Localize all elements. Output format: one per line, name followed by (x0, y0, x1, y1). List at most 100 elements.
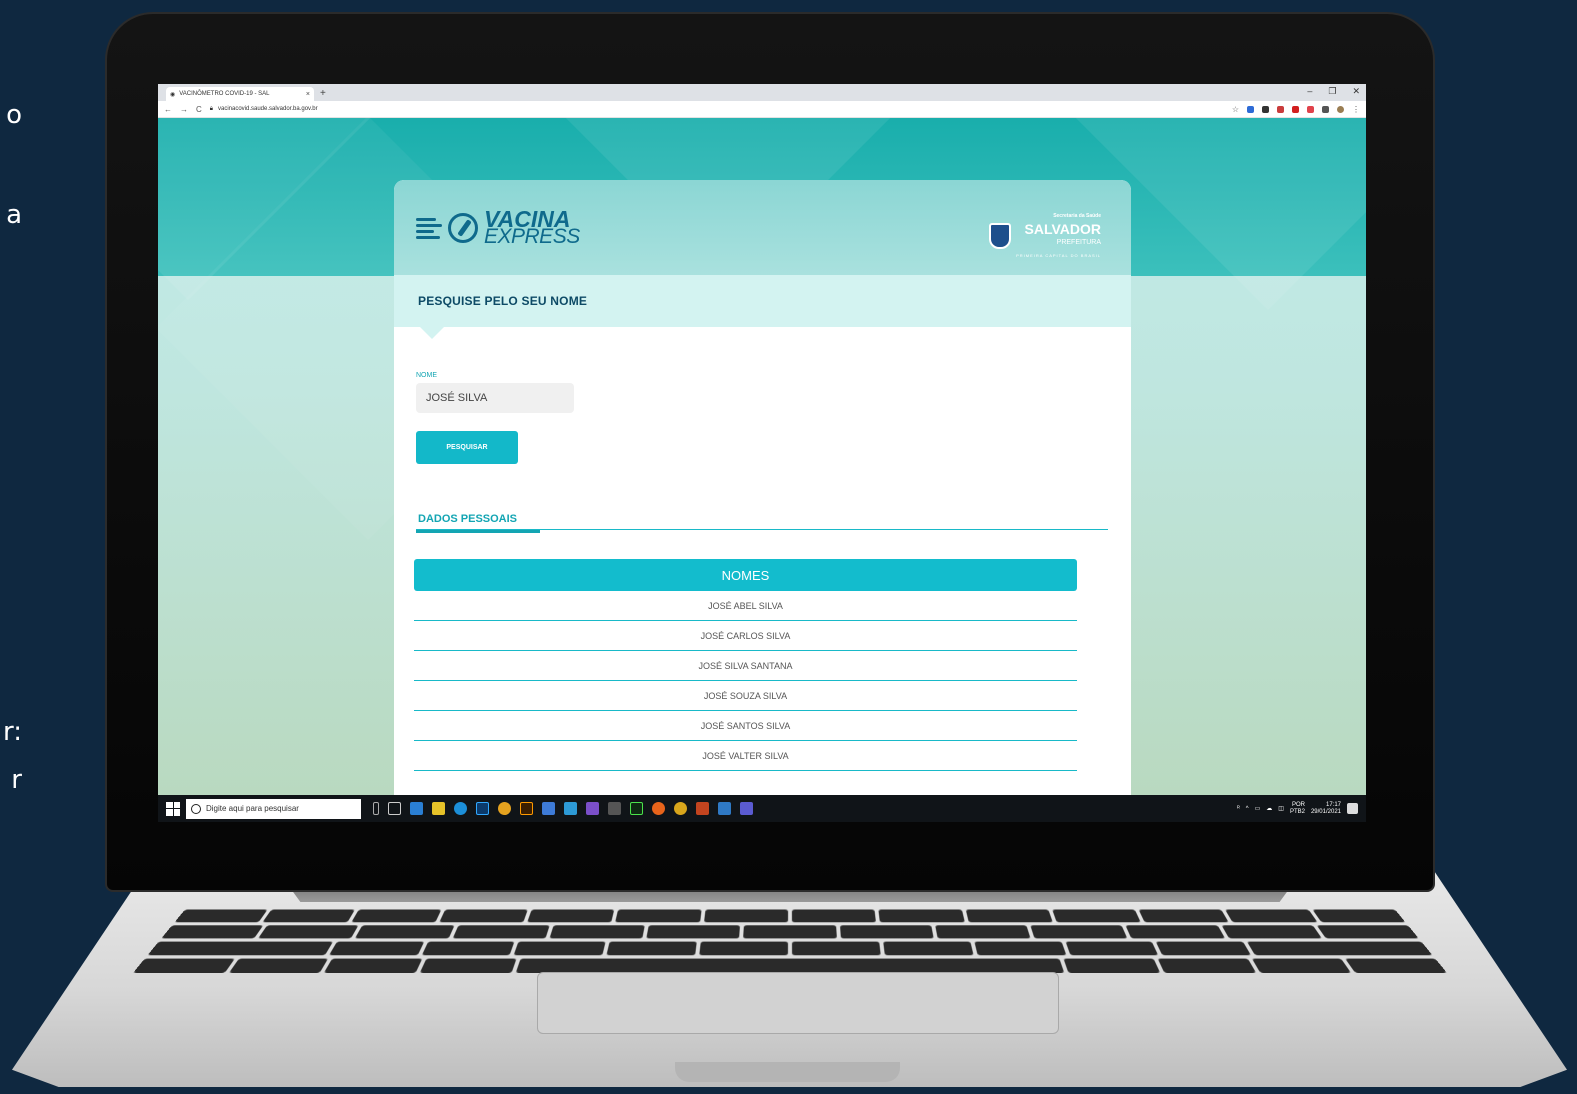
address-bar: ← → C 🔒︎ vacinacovid.saude.salvador.ba.g… (158, 101, 1366, 118)
table-row[interactable]: JOSÉ VALTER SILVA (414, 741, 1077, 771)
cloud-icon[interactable]: ☁ (1266, 805, 1272, 812)
app-icon[interactable] (740, 802, 753, 815)
volume-icon[interactable]: ◫ (1278, 805, 1284, 812)
reload-icon[interactable]: C (196, 105, 202, 114)
language-indicator[interactable]: POR PTB2 (1290, 802, 1305, 816)
extension-icon[interactable] (1292, 105, 1299, 113)
gov-tagline: PRIMEIRA CAPITAL DO BRASIL (1016, 253, 1101, 258)
syringe-icon (448, 213, 478, 243)
url-text: vacinacovid.saude.salvador.ba.gov.br (217, 106, 318, 112)
search-form: NOME JOSÉ SILVA PESQUISAR (416, 372, 574, 464)
browser-tab-bar: ◉ VACINÔMETRO COVID-19 - SAL × + – ❐ ✕ (158, 84, 1366, 101)
taskbar-search[interactable]: Digite aqui para pesquisar (186, 798, 361, 819)
web-page: VACINA EXPRESS Secretaria da Saúde SALVA… (158, 118, 1366, 795)
taskbar-search-placeholder: Digite aqui para pesquisar (206, 804, 299, 813)
table-header: NOMES (414, 559, 1077, 591)
names-table: NOMES JOSÉ ABEL SILVA JOSÉ CARLOS SILVA … (414, 559, 1077, 771)
gov-prefeitura: PREFEITURA (1056, 239, 1101, 246)
gov-name: SALVADOR (1024, 221, 1101, 237)
chrome-icon[interactable] (498, 802, 511, 815)
table-row[interactable]: JOSÉ SANTOS SILVA (414, 711, 1077, 741)
app-icon[interactable] (564, 802, 577, 815)
clock-time: 17:17 (1325, 801, 1341, 808)
name-label: NOME (416, 372, 437, 379)
minimize-icon[interactable]: – (1307, 86, 1312, 97)
new-tab-button[interactable]: + (320, 87, 326, 101)
pointer-arrow (420, 327, 444, 339)
clipped-text-fragment: r: (3, 717, 22, 747)
globe-icon: ◉ (170, 91, 176, 98)
chevron-up-icon[interactable]: ^ (1246, 806, 1249, 812)
tab-dados-pessoais[interactable]: DADOS PESSOAIS (416, 513, 540, 533)
table-row[interactable]: JOSÉ SOUZA SILVA (414, 681, 1077, 711)
table-row[interactable]: JOSÉ CARLOS SILVA (414, 621, 1077, 651)
crest-icon (989, 223, 1012, 249)
people-icon[interactable]: ᴿ (1237, 806, 1240, 812)
puzzle-icon[interactable] (1322, 105, 1329, 113)
extension-icon[interactable] (1262, 105, 1269, 113)
clock-date: 29/01/2021 (1310, 808, 1341, 815)
vacina-express-logo: VACINA EXPRESS (416, 208, 580, 248)
search-button[interactable]: PESQUISAR (416, 431, 518, 464)
sticky-notes-icon[interactable] (432, 802, 445, 815)
firefox-icon[interactable] (652, 802, 665, 815)
section-strip: PESQUISE PELO SEU NOME (394, 275, 1131, 339)
forward-icon[interactable]: → (180, 105, 188, 114)
extension-icons: ☆ ⋮ (1232, 105, 1360, 114)
tab-title: VACINÔMETRO COVID-19 - SAL (179, 91, 270, 97)
table-row[interactable]: JOSÉ SILVA SANTANA (414, 651, 1077, 681)
section-title: PESQUISE PELO SEU NOME (418, 294, 588, 308)
powerpoint-icon[interactable] (696, 802, 709, 815)
extension-icon[interactable] (1307, 105, 1314, 113)
window-controls: – ❐ ✕ (1307, 86, 1360, 97)
browser-tab[interactable]: ◉ VACINÔMETRO COVID-19 - SAL × (166, 87, 314, 101)
restore-icon[interactable]: ❐ (1328, 86, 1336, 97)
notification-icon[interactable] (1347, 803, 1358, 814)
back-icon[interactable]: ← (164, 105, 172, 114)
menu-icon[interactable]: ⋮ (1352, 105, 1360, 114)
tabs: DADOS PESSOAIS (416, 508, 1108, 533)
table-row[interactable]: JOSÉ ABEL SILVA (414, 591, 1077, 621)
photos-icon[interactable] (718, 802, 731, 815)
star-icon[interactable]: ☆ (1232, 105, 1239, 114)
avatar[interactable] (1337, 105, 1344, 113)
lang-layout: PTB2 (1289, 808, 1305, 815)
windows-start-icon[interactable] (166, 801, 180, 816)
windows-taskbar: Digite aqui para pesquisar ᴿ ^ ▭ ☁ ◫ POR… (158, 795, 1366, 822)
cortana-icon (191, 803, 201, 814)
clipped-text-fragment: r (11, 765, 22, 795)
extension-icon[interactable] (1277, 105, 1284, 113)
speed-lines-icon (416, 217, 442, 239)
file-explorer-icon[interactable] (410, 802, 423, 815)
name-input[interactable]: JOSÉ SILVA (416, 383, 574, 413)
url-field[interactable]: 🔒︎ vacinacovid.saude.salvador.ba.gov.br (210, 106, 318, 113)
trackpad (537, 972, 1059, 1034)
taskbar-apps (373, 802, 753, 815)
lock-icon: 🔒︎ (209, 105, 213, 112)
clipped-text-fragment: o (6, 100, 22, 130)
card-header: VACINA EXPRESS Secretaria da Saúde SALVA… (394, 180, 1131, 275)
lang-code: POR (1291, 801, 1305, 808)
close-icon[interactable]: × (306, 91, 310, 98)
visual-studio-icon[interactable] (586, 802, 599, 815)
laptop-notch (675, 1062, 900, 1082)
clipped-text-fragment: a (6, 200, 22, 230)
app-icon[interactable] (542, 802, 555, 815)
calculator-icon[interactable] (608, 802, 621, 815)
network-icon[interactable]: ▭ (1255, 805, 1261, 812)
keyboard (133, 909, 1447, 973)
task-view-icon[interactable] (388, 802, 401, 815)
edge-icon[interactable] (454, 802, 467, 815)
illustrator-icon[interactable] (520, 802, 533, 815)
extension-icon[interactable] (1247, 105, 1254, 113)
photoshop-icon[interactable] (476, 802, 489, 815)
laptop-screen: ◉ VACINÔMETRO COVID-19 - SAL × + – ❐ ✕ ←… (158, 84, 1366, 822)
chrome-icon[interactable] (674, 802, 687, 815)
logo-sub-text: EXPRESS (484, 225, 580, 248)
system-tray: ᴿ ^ ▭ ☁ ◫ POR PTB2 17:17 29/01/2021 (1237, 802, 1366, 816)
dreamweaver-icon[interactable] (630, 802, 643, 815)
microphone-icon[interactable] (373, 802, 379, 815)
close-window-icon[interactable]: ✕ (1352, 86, 1360, 97)
clock[interactable]: 17:17 29/01/2021 (1311, 802, 1341, 816)
search-card: VACINA EXPRESS Secretaria da Saúde SALVA… (394, 180, 1131, 795)
